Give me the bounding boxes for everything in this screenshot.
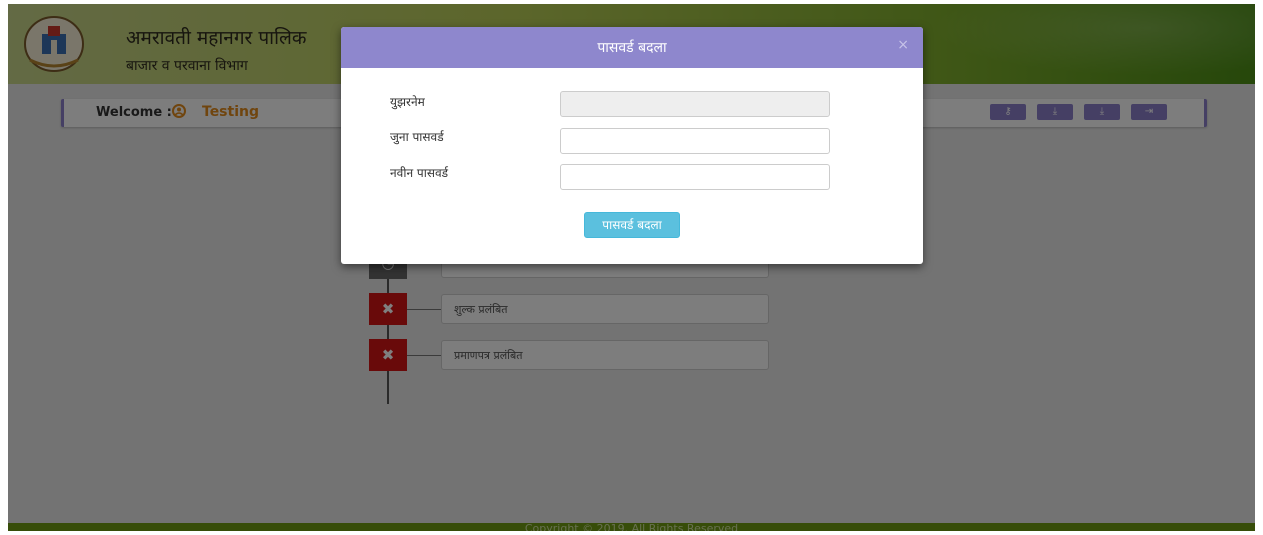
old-password-field[interactable]: [560, 128, 830, 154]
change-password-submit-button[interactable]: पासवर्ड बदला: [584, 212, 680, 238]
new-password-label: नवीन पासवर्ड: [390, 166, 449, 180]
old-password-label: जुना पासवर्ड: [390, 130, 444, 144]
dialog-header: पासवर्ड बदला ×: [341, 27, 923, 68]
username-label: युझरनेम: [390, 95, 425, 109]
change-password-dialog: पासवर्ड बदला × युझरनेम जुना पासवर्ड नवीन…: [341, 27, 923, 264]
close-icon[interactable]: ×: [897, 37, 909, 53]
username-field[interactable]: [560, 91, 830, 117]
new-password-field[interactable]: [560, 164, 830, 190]
dialog-title: पासवर्ड बदला: [597, 40, 667, 56]
